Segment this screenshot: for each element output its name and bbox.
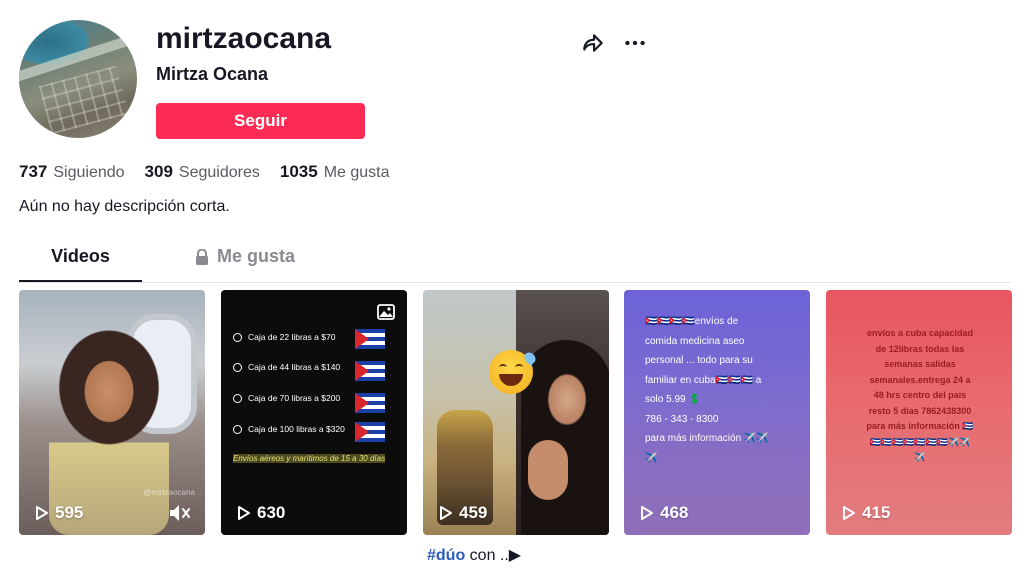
- price-item-label: Caja de 100 libras a $320: [248, 424, 345, 434]
- stat-likes: 1035 Me gusta: [280, 162, 390, 182]
- view-count: 595: [35, 503, 83, 523]
- video-card[interactable]: 🇨🇺🇨🇺🇨🇺🇨🇺envíos de comida medicina aseo p…: [624, 290, 810, 535]
- video-text-overlay: 🇨🇺🇨🇺🇨🇺🇨🇺envíos de comida medicina aseo p…: [645, 316, 769, 464]
- video-card[interactable]: Caja de 22 libras a $70 Caja de 44 libra…: [221, 290, 407, 535]
- view-count-value: 468: [660, 503, 689, 522]
- more-icon[interactable]: [622, 30, 648, 56]
- followers-label: Seguidores: [178, 164, 260, 181]
- hashtag-link[interactable]: #dúo: [427, 547, 465, 564]
- view-count: 415: [842, 503, 890, 523]
- shipping-note-text: Envíos aéreos y marítimos de 15 a 30 día…: [233, 454, 386, 463]
- view-count: 630: [237, 503, 285, 523]
- view-count-value: 459: [459, 503, 488, 522]
- shipping-note: Envíos aéreos y marítimos de 15 a 30 día…: [233, 452, 393, 466]
- play-icon: [36, 506, 48, 520]
- mute-icon[interactable]: [169, 504, 191, 522]
- video-card[interactable]: envíos a cuba capacidad de 12libras toda…: [826, 290, 1012, 535]
- view-count: 459: [439, 503, 487, 523]
- nickname: Mirtza Ocana: [156, 64, 269, 84]
- price-item-label: Caja de 70 libras a $200: [248, 393, 341, 403]
- followers-count: 309: [144, 162, 173, 181]
- video-text-overlay: envíos a cuba capacidad de 12libras toda…: [866, 328, 974, 462]
- video-card[interactable]: 459: [423, 290, 609, 535]
- likes-count: 1035: [279, 162, 318, 181]
- tab-videos-label: Videos: [51, 246, 110, 266]
- cuba-flag-icon: [355, 393, 385, 413]
- username: mirtzaocana: [156, 22, 332, 55]
- play-icon: [440, 506, 452, 520]
- likes-label: Me gusta: [323, 164, 390, 181]
- price-item-label: Caja de 22 libras a $70: [248, 332, 336, 342]
- price-item: Caja de 100 libras a $320: [233, 424, 345, 434]
- avatar-buildings: [38, 65, 130, 135]
- tab-liked-label: Me gusta: [216, 246, 295, 266]
- play-icon: [641, 506, 653, 520]
- following-count: 737: [19, 162, 48, 181]
- caption-text: con ..▶: [469, 547, 522, 564]
- cuba-flag-icon: [355, 361, 385, 381]
- view-count-value: 595: [55, 503, 84, 522]
- bio: Aún no hay descripción corta.: [19, 198, 230, 215]
- price-item: Caja de 70 libras a $200: [233, 393, 340, 403]
- profile-tabs: Videos Me gusta: [19, 246, 1011, 283]
- lock-icon: [195, 249, 208, 265]
- tab-liked[interactable]: Me gusta: [175, 246, 315, 281]
- cuba-flag-icon: [355, 422, 385, 442]
- follow-button[interactable]: Seguir: [156, 103, 365, 139]
- video-caption[interactable]: #dúo con ..▶: [427, 545, 521, 565]
- play-icon: [843, 506, 855, 520]
- video-card[interactable]: @mirtzaocana 595: [19, 290, 205, 535]
- stat-followers[interactable]: 309 Seguidores: [145, 162, 260, 182]
- active-tab-indicator: [19, 280, 142, 282]
- sweat-smile-emoji-icon: [489, 350, 538, 394]
- profile-stats: 737 Siguiendo 309 Seguidores 1035 Me gusta: [19, 162, 390, 182]
- cuba-flag-icon: [355, 329, 385, 349]
- following-label: Siguiendo: [53, 164, 125, 181]
- avatar[interactable]: [19, 20, 137, 138]
- price-item-label: Caja de 44 libras a $140: [248, 362, 341, 372]
- stat-following[interactable]: 737 Siguiendo: [19, 162, 125, 182]
- tab-videos[interactable]: Videos: [19, 246, 142, 281]
- woman-hand: [528, 440, 568, 500]
- photo-icon: [377, 304, 395, 320]
- video-watermark: @mirtzaocana: [143, 488, 195, 497]
- view-count-value: 415: [862, 503, 891, 522]
- play-icon: [238, 506, 250, 520]
- share-icon[interactable]: [580, 30, 606, 56]
- price-item: Caja de 22 libras a $70: [233, 332, 335, 342]
- view-count: 468: [640, 503, 688, 523]
- view-count-value: 630: [257, 503, 286, 522]
- price-item: Caja de 44 libras a $140: [233, 362, 340, 372]
